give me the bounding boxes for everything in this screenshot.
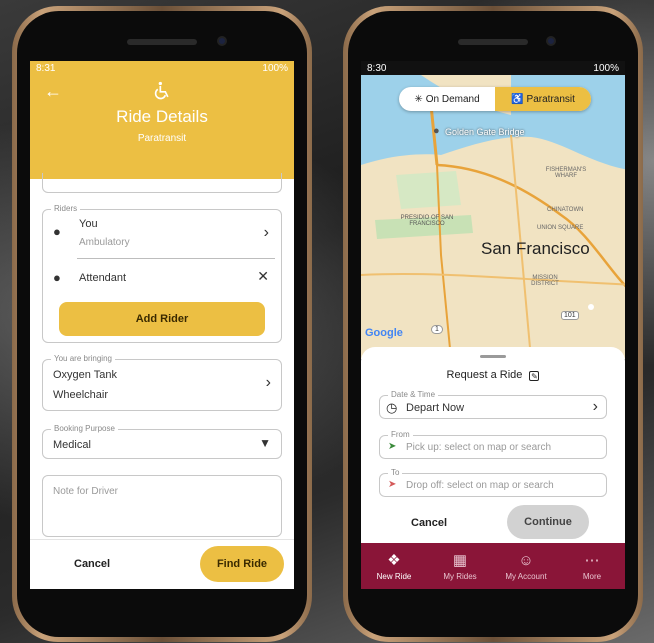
dropoff-arrow-icon: ➤ bbox=[388, 479, 397, 490]
drag-handle[interactable] bbox=[480, 355, 506, 358]
status-bar: 8:31 100% bbox=[30, 61, 294, 75]
rider-name: Attendant bbox=[79, 272, 127, 284]
booking-purpose-select[interactable]: Booking Purpose Medical ▼ bbox=[42, 424, 282, 459]
calendar-car-icon: ▦ bbox=[452, 552, 468, 569]
to-legend: To bbox=[388, 468, 403, 477]
nav-label: My Account bbox=[505, 571, 547, 581]
request-ride-screen: 8:30 100% ✳ On Demand ♿ Paratransit ● Go… bbox=[361, 61, 625, 589]
footer-bar: Cancel Find Ride bbox=[30, 539, 294, 589]
speaker-grille bbox=[127, 39, 197, 45]
user-icon: ☺ bbox=[518, 551, 534, 569]
map-label-mission: MISSION DISTRICT bbox=[531, 275, 559, 287]
request-ride-sheet: Request a Ride ✎ Date & Time ◷ Depart No… bbox=[361, 347, 625, 543]
datetime-value: Depart Now bbox=[406, 402, 465, 414]
date-time-field[interactable]: Date & Time ◷ Depart Now › bbox=[379, 390, 607, 419]
previous-field bbox=[42, 173, 282, 193]
continue-button[interactable]: Continue bbox=[507, 505, 589, 539]
riders-legend: Riders bbox=[51, 204, 81, 213]
more-icon: ⋯ bbox=[584, 552, 600, 569]
route-shield: 1 bbox=[431, 325, 443, 334]
on-demand-option[interactable]: ✳ On Demand bbox=[399, 87, 495, 111]
chevron-right-icon[interactable]: › bbox=[266, 374, 271, 392]
clock-icon: ◷ bbox=[386, 400, 398, 415]
paratransit-option[interactable]: ♿ Paratransit bbox=[495, 87, 591, 111]
add-rider-button[interactable]: Add Rider bbox=[59, 302, 265, 336]
phone-ride-details: 8:31 100% ← Ride Details Paratransit Rid… bbox=[12, 6, 312, 642]
map-label-city: San Francisco bbox=[481, 239, 590, 258]
from-placeholder: Pick up: select on map or search bbox=[406, 442, 552, 453]
phone-body: 8:30 100% ✳ On Demand ♿ Paratransit ● Go… bbox=[348, 11, 638, 637]
route-shield: 101 bbox=[561, 311, 579, 320]
map-label-fishermans-wharf: FISHERMAN'S WHARF bbox=[545, 167, 587, 179]
rider-name: You bbox=[79, 218, 98, 230]
bringing-item: Wheelchair bbox=[53, 389, 109, 401]
to-field[interactable]: To ➤ Drop off: select on map or search bbox=[379, 468, 607, 497]
front-camera bbox=[217, 36, 227, 46]
rider-type: Ambulatory bbox=[79, 237, 130, 248]
nav-new-ride[interactable]: ❖ New Ride bbox=[361, 543, 427, 589]
find-ride-button[interactable]: Find Ride bbox=[200, 546, 284, 582]
edit-icon[interactable]: ✎ bbox=[529, 371, 540, 381]
nav-label: My Rides bbox=[443, 572, 477, 581]
status-bar: 8:30 100% bbox=[361, 61, 625, 75]
cancel-button[interactable]: Cancel bbox=[74, 558, 110, 570]
sheet-title-text: Request a Ride bbox=[446, 369, 523, 381]
caret-down-icon[interactable]: ▼ bbox=[259, 436, 271, 450]
page-subtitle: Paratransit bbox=[137, 133, 187, 144]
purpose-legend: Booking Purpose bbox=[51, 424, 118, 433]
phone-request-ride: 8:30 100% ✳ On Demand ♿ Paratransit ● Go… bbox=[343, 6, 643, 642]
status-battery: 100% bbox=[593, 62, 619, 74]
bottom-nav: ❖ New Ride ▦ My Rides ☺ My Account ⋯ Mor… bbox=[361, 543, 625, 589]
header: 8:31 100% ← Ride Details Paratransit bbox=[30, 61, 294, 179]
person-icon: ● bbox=[53, 224, 61, 239]
nav-label: More bbox=[582, 572, 602, 581]
route-icon: ❖ bbox=[387, 552, 401, 569]
status-time: 8:31 bbox=[36, 62, 56, 74]
bringing-legend: You are bringing bbox=[51, 354, 115, 363]
page-title: Ride Details bbox=[116, 107, 208, 126]
chevron-right-icon[interactable]: › bbox=[264, 224, 269, 242]
status-battery: 100% bbox=[262, 62, 288, 74]
datetime-legend: Date & Time bbox=[388, 390, 439, 399]
wheelchair-icon: ♿ bbox=[511, 93, 524, 105]
status-time: 8:30 bbox=[367, 62, 387, 74]
person-icon: ● bbox=[53, 270, 61, 285]
phone-body: 8:31 100% ← Ride Details Paratransit Rid… bbox=[17, 11, 307, 637]
wheelchair-icon bbox=[154, 81, 169, 100]
close-icon[interactable]: ✕ bbox=[257, 268, 269, 285]
map-label-union-square: UNION SQUARE bbox=[537, 225, 584, 231]
from-field[interactable]: From ➤ Pick up: select on map or search bbox=[379, 430, 607, 459]
pickup-arrow-icon: ➤ bbox=[388, 441, 397, 452]
chevron-right-icon[interactable]: › bbox=[593, 398, 598, 416]
cancel-button[interactable]: Cancel bbox=[411, 517, 447, 529]
divider bbox=[77, 258, 275, 259]
map-label-presidio: PRESIDIO OF SAN FRANCISCO bbox=[400, 215, 454, 227]
ride-details-screen: 8:31 100% ← Ride Details Paratransit Rid… bbox=[30, 61, 294, 589]
note-placeholder: Note for Driver bbox=[53, 486, 119, 497]
sheet-title: Request a Ride ✎ bbox=[361, 369, 625, 381]
front-camera bbox=[546, 36, 556, 46]
nav-my-account[interactable]: ☺ My Account bbox=[493, 543, 559, 589]
map-label-golden-gate: Golden Gate Bridge bbox=[445, 127, 525, 137]
purpose-value: Medical bbox=[53, 439, 91, 451]
mode-toggle: ✳ On Demand ♿ Paratransit bbox=[399, 87, 591, 111]
map-label-chinatown: CHINATOWN bbox=[547, 207, 584, 213]
bringing-section[interactable]: You are bringing Oxygen Tank Wheelchair … bbox=[42, 354, 282, 411]
on-demand-label: On Demand bbox=[425, 93, 480, 105]
map-pin-icon: ● bbox=[433, 125, 440, 137]
map-view[interactable]: ✳ On Demand ♿ Paratransit ● Golden Gate … bbox=[361, 75, 625, 359]
note-for-driver-field[interactable]: Note for Driver bbox=[42, 475, 282, 537]
bringing-item: Oxygen Tank bbox=[53, 369, 118, 381]
walking-person-icon: ✳ bbox=[414, 93, 423, 105]
paratransit-label: Paratransit bbox=[526, 93, 575, 105]
to-placeholder: Drop off: select on map or search bbox=[406, 480, 554, 491]
riders-section: Riders ● You Ambulatory › ● Attendant ✕ … bbox=[42, 204, 282, 343]
arrow-left-icon[interactable]: ← bbox=[44, 81, 62, 102]
nav-label: New Ride bbox=[376, 572, 412, 581]
nav-my-rides[interactable]: ▦ My Rides bbox=[427, 543, 493, 589]
speaker-grille bbox=[458, 39, 528, 45]
nav-more[interactable]: ⋯ More bbox=[559, 543, 625, 589]
from-legend: From bbox=[388, 430, 413, 439]
google-logo: Google bbox=[365, 327, 403, 339]
